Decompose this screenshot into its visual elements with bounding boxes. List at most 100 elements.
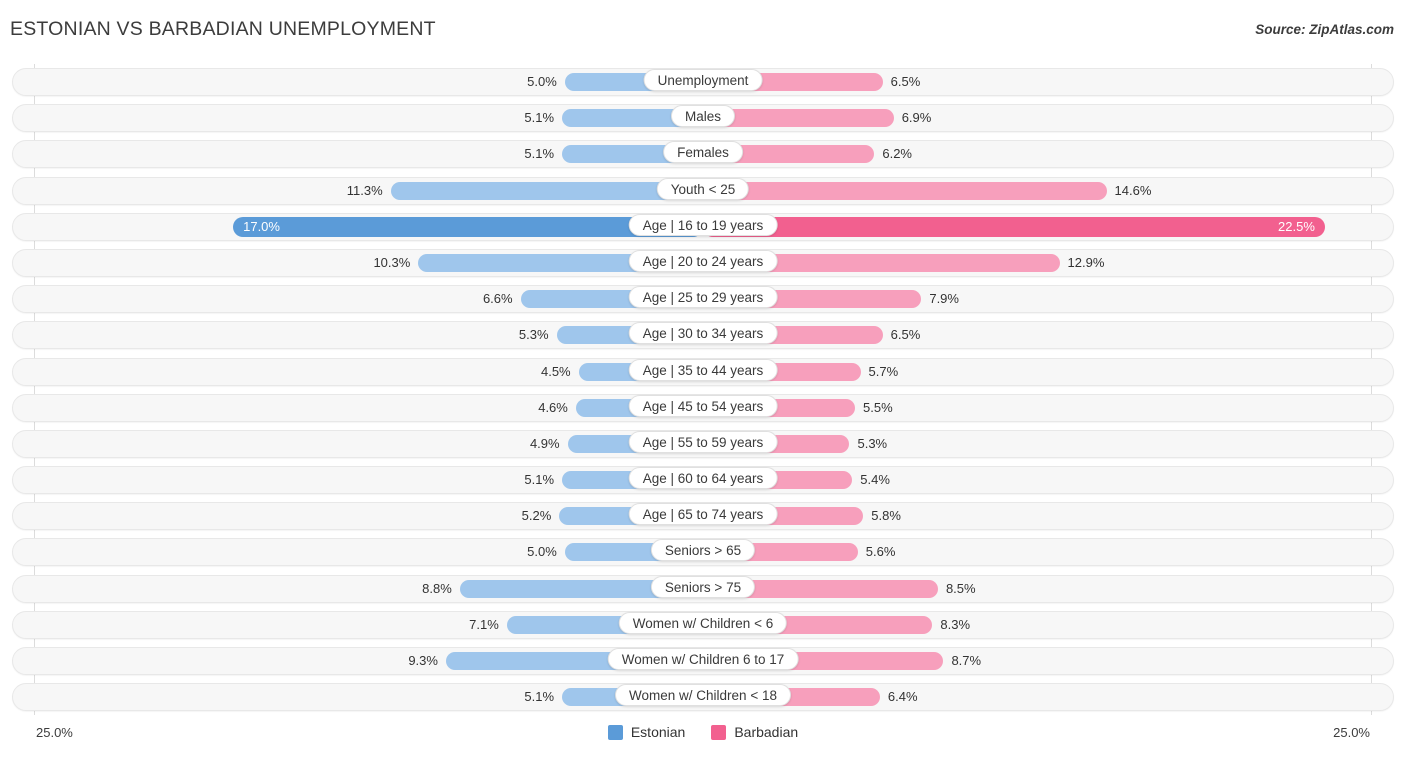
row-category-label: Age | 16 to 19 years (628, 213, 778, 236)
row-half-barbadian: 8.3% (703, 611, 1394, 639)
legend-label: Barbadian (734, 724, 799, 740)
legend-swatch-icon (607, 724, 623, 740)
row-half-estonian: 5.0% (12, 68, 703, 96)
row-half-barbadian: 12.9% (703, 249, 1394, 277)
row-half-estonian: 5.1% (12, 466, 703, 494)
bar-value-estonian: 6.6% (482, 291, 513, 307)
bar-value-estonian: 4.6% (538, 399, 568, 415)
chart-plot-area: 5.0% 6.5% Unemployment 5.1% 6.9% Males 5.1% 6.2… (12, 64, 1394, 715)
row-category-label: Age | 30 to 34 years (628, 322, 778, 345)
chart-row: 4.5% 5.7% Age | 35 to 44 years (12, 354, 1394, 390)
row-half-estonian: 11.3% (12, 177, 703, 205)
chart-row: 5.1% 5.4% Age | 60 to 64 years (12, 462, 1394, 498)
row-half-barbadian: 5.7% (703, 358, 1394, 386)
chart-rows: 5.0% 6.5% Unemployment 5.1% 6.9% Males 5.1% 6.2… (12, 64, 1394, 715)
chart-row: 6.6% 7.9% Age | 25 to 29 years (12, 281, 1394, 317)
bar-value-estonian: 10.3% (373, 254, 411, 270)
bar-value-barbadian: 6.2% (882, 146, 912, 162)
legend-item[interactable]: Estonian (607, 724, 685, 740)
chart-row: 5.2% 5.8% Age | 65 to 74 years (12, 498, 1394, 534)
bar-value-barbadian: 5.8% (871, 508, 901, 524)
row-category-label: Youth < 25 (656, 177, 750, 200)
row-category-label: Age | 35 to 44 years (628, 358, 778, 381)
chart-row: 5.0% 6.5% Unemployment (12, 64, 1394, 100)
row-half-estonian: 10.3% (12, 249, 703, 277)
row-category-label: Age | 65 to 74 years (628, 503, 778, 526)
bar-value-barbadian: 5.4% (860, 472, 890, 488)
row-half-estonian: 4.9% (12, 430, 703, 458)
row-category-label: Unemployment (643, 69, 763, 91)
row-category-label: Women w/ Children < 6 (618, 611, 788, 634)
row-half-estonian: 8.8% (12, 575, 703, 603)
chart-row: 4.6% 5.5% Age | 45 to 54 years (12, 390, 1394, 426)
row-half-estonian: 5.3% (12, 321, 703, 349)
bar-value-estonian: 5.1% (524, 146, 555, 162)
row-half-estonian: 17.0% (12, 213, 703, 241)
chart-row: 5.3% 6.5% Age | 30 to 34 years (12, 317, 1394, 353)
row-category-label: Males (670, 105, 736, 128)
bar-value-barbadian: 6.5% (890, 74, 921, 89)
row-half-barbadian: 5.6% (703, 538, 1394, 566)
row-category-label: Age | 55 to 59 years (628, 430, 778, 453)
bar-value-estonian: 7.1% (469, 616, 499, 632)
bar-value-barbadian: 5.3% (857, 435, 888, 451)
chart-row: 5.0% 5.6% Seniors > 65 (12, 534, 1394, 570)
bar-value-estonian: 4.5% (540, 363, 571, 379)
row-half-estonian: 9.3% (12, 647, 703, 675)
row-half-estonian: 7.1% (12, 611, 703, 639)
row-category-label: Age | 20 to 24 years (628, 249, 778, 272)
row-category-label: Females (663, 141, 743, 164)
bar-value-barbadian: 5.5% (863, 399, 893, 415)
row-category-label: Age | 25 to 29 years (628, 286, 778, 309)
bar-value-barbadian: 6.4% (887, 689, 918, 705)
chart-row: 5.1% 6.2% Females (12, 136, 1394, 172)
row-category-label: Seniors > 65 (650, 539, 756, 562)
row-category-label: Seniors > 75 (650, 575, 756, 598)
row-half-barbadian: 6.5% (703, 68, 1394, 96)
row-half-barbadian: 5.5% (703, 394, 1394, 422)
chart-row: 5.1% 6.9% Males (12, 100, 1394, 136)
bar-value-barbadian: 5.7% (868, 363, 899, 379)
bar-value-barbadian: 22.5% (1278, 218, 1315, 234)
bar-value-barbadian: 8.7% (951, 653, 982, 668)
bar-value-estonian: 9.3% (408, 653, 438, 668)
bar-value-barbadian: 12.9% (1067, 254, 1105, 270)
row-category-label: Women w/ Children 6 to 17 (607, 648, 799, 670)
row-category-label: Age | 45 to 54 years (628, 394, 778, 417)
chart-row: 11.3% 14.6% Youth < 25 (12, 173, 1394, 209)
bar-value-estonian: 5.3% (518, 327, 549, 343)
row-half-barbadian: 14.6% (703, 177, 1394, 205)
bar-value-barbadian: 14.6% (1114, 182, 1152, 198)
bar-value-estonian: 17.0% (243, 218, 280, 234)
row-half-barbadian: 6.2% (703, 140, 1394, 168)
row-half-estonian: 5.0% (12, 538, 703, 566)
row-half-estonian: 5.2% (12, 502, 703, 530)
bar-value-barbadian: 7.9% (929, 291, 959, 307)
row-half-barbadian: 8.5% (703, 575, 1394, 603)
bar-value-estonian: 5.2% (521, 508, 552, 524)
row-half-barbadian: 7.9% (703, 285, 1394, 313)
chart-header: ESTONIAN VS BARBADIAN UNEMPLOYMENT Sourc… (0, 0, 1406, 62)
bar-value-barbadian: 8.5% (945, 580, 976, 596)
chart-page: ESTONIAN VS BARBADIAN UNEMPLOYMENT Sourc… (0, 0, 1406, 757)
legend-swatch-icon (711, 724, 727, 740)
bar-value-estonian: 8.8% (422, 580, 452, 596)
chart-row: 8.8% 8.5% Seniors > 75 (12, 571, 1394, 607)
row-half-estonian: 4.5% (12, 358, 703, 386)
chart-legend: Estonian Barbadian (0, 724, 1406, 740)
row-half-barbadian: 5.4% (703, 466, 1394, 494)
legend-item[interactable]: Barbadian (711, 724, 798, 740)
bar-value-barbadian: 8.3% (940, 616, 971, 632)
row-half-barbadian: 5.3% (703, 430, 1394, 458)
row-half-estonian: 6.6% (12, 285, 703, 313)
bar-value-estonian: 11.3% (346, 182, 383, 198)
bar-value-barbadian: 6.5% (890, 327, 921, 343)
row-half-estonian: 5.1% (12, 104, 703, 132)
bar-value-estonian: 5.1% (524, 689, 555, 705)
row-half-barbadian: 6.4% (703, 683, 1394, 711)
bar-value-barbadian: 5.6% (865, 544, 896, 560)
chart-row: 5.1% 6.4% Women w/ Children < 18 (12, 679, 1394, 715)
source-label: Source: ZipAtlas.com (1255, 22, 1394, 37)
row-half-estonian: 5.1% (12, 140, 703, 168)
chart-row: 9.3% 8.7% Women w/ Children 6 to 17 (12, 643, 1394, 679)
